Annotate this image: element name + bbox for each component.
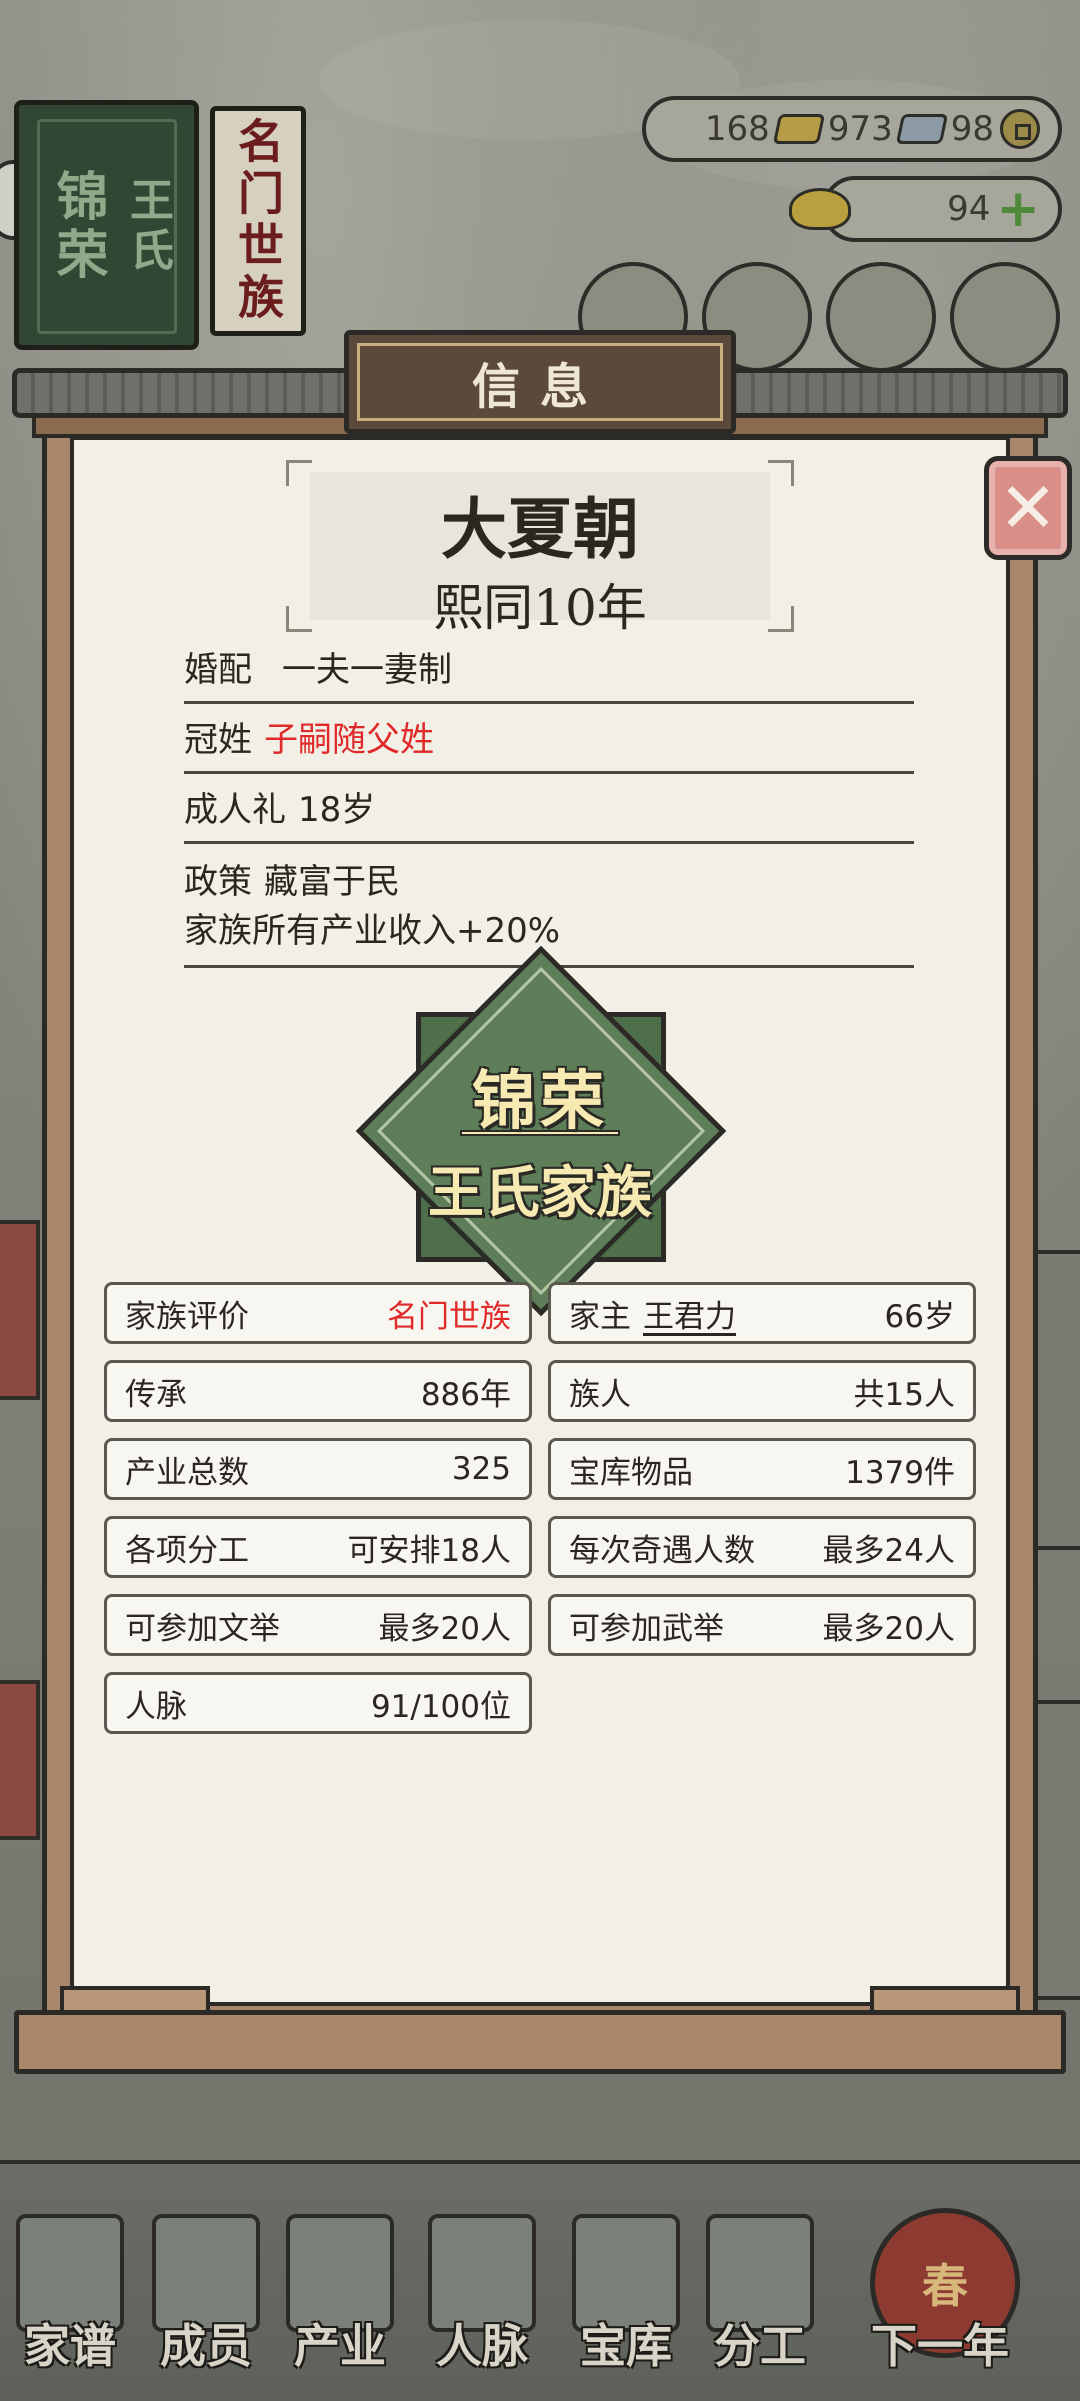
rule-key: 冠姓 xyxy=(184,720,252,760)
stat-treasury-items: 宝库物品 1379件 xyxy=(548,1438,976,1500)
stat-value: 66岁 xyxy=(884,1298,955,1335)
close-x-icon: ✕ xyxy=(998,467,1058,549)
season-badge: 春 xyxy=(922,2259,968,2313)
family-book[interactable]: 锦荣 王氏 名门世族 xyxy=(14,96,306,356)
stat-industry-total: 产业总数 325 xyxy=(104,1438,532,1500)
family-book-title-1: 锦荣 xyxy=(47,168,108,285)
rule-key: 政策 xyxy=(184,862,252,902)
nav-label: 产业 xyxy=(294,2319,386,2373)
stat-label: 族人 xyxy=(569,1376,631,1413)
close-button[interactable]: ✕ xyxy=(984,456,1072,560)
emblem-line-2: 王氏家族 xyxy=(428,1160,652,1226)
rule-surname: 冠姓 子嗣随父姓 xyxy=(184,712,914,774)
nav-label: 宝库 xyxy=(580,2319,672,2373)
nav-label: 分工 xyxy=(714,2319,806,2373)
stat-label: 每次奇遇人数 xyxy=(569,1532,755,1569)
stat-civil-exam: 可参加文举 最多20人 xyxy=(104,1594,532,1656)
rule-marriage: 婚配 一夫一妻制 xyxy=(184,642,914,704)
silver-amount: 973 xyxy=(827,109,893,149)
stat-network: 人脉 91/100位 xyxy=(104,1672,532,1734)
stat-label: 人脉 xyxy=(125,1688,187,1725)
rule-policy: 政策 藏富于民 家族所有产业收入+20% xyxy=(184,854,914,968)
yuanbao-bar: 94 + xyxy=(789,176,1062,242)
nav-members[interactable]: 成员 xyxy=(136,2214,276,2394)
dynasty-name: 大夏朝 xyxy=(441,490,639,568)
stat-value: 最多20人 xyxy=(378,1610,511,1647)
stat-label: 产业总数 xyxy=(125,1454,249,1491)
stat-encounter: 每次奇遇人数 最多24人 xyxy=(548,1516,976,1578)
gold-amount: 168 xyxy=(704,109,770,149)
stat-label: 可参加武举 xyxy=(569,1610,724,1647)
nav-genealogy[interactable]: 家谱 xyxy=(0,2214,140,2394)
stat-label: 宝库物品 xyxy=(569,1454,693,1491)
nav-treasury[interactable]: 宝库 xyxy=(556,2214,696,2394)
nav-network[interactable]: 人脉 xyxy=(412,2214,552,2394)
currency-bar: 168 973 98 xyxy=(642,96,1062,162)
rule-value: 藏富于民 xyxy=(264,862,400,902)
rule-value: 一夫一妻制 xyxy=(282,650,452,690)
family-emblem: 锦荣 王氏家族 xyxy=(355,945,727,1317)
nav-label: 人脉 xyxy=(436,2319,528,2373)
modal-title-plaque: 信息 xyxy=(344,330,736,434)
family-head-name-link[interactable]: 王君力 xyxy=(643,1291,736,1336)
stat-value: 91/100位 xyxy=(370,1688,511,1725)
stat-label: 家主 xyxy=(569,1298,631,1335)
background-banner xyxy=(0,1680,40,1840)
rule-key: 成人礼 xyxy=(184,790,286,830)
nav-industry[interactable]: 产业 xyxy=(270,2214,410,2394)
yuanbao-amount: 94 xyxy=(947,189,991,229)
stat-label: 可参加文举 xyxy=(125,1610,280,1647)
stat-military-exam: 可参加武举 最多20人 xyxy=(548,1594,976,1656)
gold-ingot-icon xyxy=(772,114,826,144)
nav-division[interactable]: 分工 xyxy=(690,2214,830,2394)
stat-legacy: 传承 886年 xyxy=(104,1360,532,1422)
modal-title: 信息 xyxy=(471,359,608,415)
stat-label: 家族评价 xyxy=(125,1298,249,1335)
rule-value: 子嗣随父姓 xyxy=(264,720,434,760)
bottom-nav: 家谱 成员 产业 人脉 宝库 分工 春 下一年 xyxy=(0,2160,1080,2401)
silver-ingot-icon xyxy=(895,114,948,144)
reign-year: 熙同10年 xyxy=(433,579,647,637)
stat-value: 可安排18人 xyxy=(347,1532,511,1569)
yuanbao-icon xyxy=(789,188,852,230)
stat-label: 传承 xyxy=(125,1376,187,1413)
stat-value: 886年 xyxy=(420,1376,511,1413)
family-rank-label: 名门世族 xyxy=(210,106,306,336)
family-book-cover: 锦荣 王氏 xyxy=(14,100,199,350)
dynasty-header: 大夏朝 熙同10年 xyxy=(286,460,794,637)
nav-label: 下一年 xyxy=(871,2319,1009,2373)
rule-detail: 家族所有产业收入+20% xyxy=(184,911,561,951)
add-yuanbao-plus-icon[interactable]: + xyxy=(996,183,1040,235)
family-book-title-2: 王氏 xyxy=(122,176,173,277)
stat-value: 最多20人 xyxy=(822,1610,955,1647)
coin-amount: 98 xyxy=(950,109,994,149)
stat-members: 族人 共15人 xyxy=(548,1360,976,1422)
rule-coming-of-age: 成人礼 18岁 xyxy=(184,782,914,844)
stat-division: 各项分工 可安排18人 xyxy=(104,1516,532,1578)
rule-value: 18岁 xyxy=(298,790,376,830)
stat-family-head[interactable]: 家主 王君力 66岁 xyxy=(548,1282,976,1344)
emblem-line-1: 锦荣 xyxy=(472,1064,608,1139)
stat-value: 325 xyxy=(451,1451,511,1487)
scroll-bottom-rod xyxy=(14,2010,1066,2074)
stat-label: 各项分工 xyxy=(125,1532,249,1569)
stat-family-rating: 家族评价 名门世族 xyxy=(104,1282,532,1344)
stat-value: 共15人 xyxy=(853,1376,955,1413)
stat-value: 名门世族 xyxy=(387,1298,511,1335)
stat-value: 1379件 xyxy=(845,1454,955,1491)
background-banner xyxy=(0,1220,40,1400)
stat-value: 最多24人 xyxy=(822,1532,955,1569)
nav-label: 家谱 xyxy=(24,2319,116,2373)
coin-icon xyxy=(1000,109,1040,149)
nav-next-year[interactable]: 春 下一年 xyxy=(840,2208,1040,2394)
nav-label: 成员 xyxy=(160,2319,252,2373)
rule-key: 婚配 xyxy=(184,650,252,690)
